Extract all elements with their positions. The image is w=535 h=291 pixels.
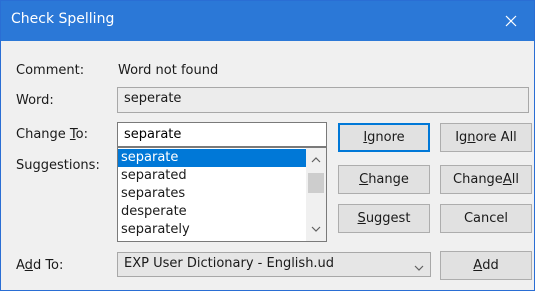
- close-button[interactable]: [488, 1, 534, 41]
- word-label: Word:: [16, 93, 54, 108]
- comment-label: Comment:: [16, 63, 85, 78]
- comment-value: Word not found: [118, 63, 219, 78]
- change-all-button[interactable]: Change All: [440, 165, 532, 194]
- change-button[interactable]: Change: [338, 165, 430, 194]
- chevron-down-icon: [311, 226, 321, 232]
- add-to-selected: EXP User Dictionary - English.ud: [124, 256, 335, 271]
- close-icon: [505, 15, 517, 27]
- add-to-label: Add To:: [16, 258, 64, 273]
- suggestions-scrollbar[interactable]: [306, 148, 326, 241]
- dropdown-arrow: [414, 260, 424, 275]
- scroll-thumb[interactable]: [308, 173, 324, 193]
- word-field: seperate: [117, 87, 529, 113]
- add-to-dropdown[interactable]: EXP User Dictionary - English.ud: [117, 252, 431, 277]
- suggest-button[interactable]: Suggest: [338, 204, 430, 233]
- suggestion-item[interactable]: separately: [118, 221, 306, 239]
- suggestion-item[interactable]: separate: [118, 149, 306, 167]
- add-button[interactable]: Add: [440, 251, 532, 280]
- ignore-all-button[interactable]: Ig n ore All: [440, 123, 532, 152]
- cancel-button[interactable]: Cancel: [440, 204, 532, 233]
- change-to-label: Change To:: [16, 127, 88, 142]
- chevron-down-icon: [414, 265, 424, 271]
- suggestions-items: separate separated separates desperate s…: [118, 149, 306, 239]
- chevron-up-icon: [311, 157, 321, 163]
- suggestion-item[interactable]: separated: [118, 167, 306, 185]
- suggestions-label: Suggestions:: [16, 158, 100, 173]
- check-spelling-dialog: Check Spelling Comment: Word not found W…: [0, 0, 535, 291]
- suggestions-list[interactable]: separate separated separates desperate s…: [117, 147, 327, 242]
- ignore-button[interactable]: Ignore: [338, 123, 430, 152]
- change-to-input[interactable]: [117, 122, 327, 147]
- dialog-title: Check Spelling: [11, 11, 115, 27]
- scroll-up-button[interactable]: [306, 151, 326, 169]
- suggestion-item[interactable]: separates: [118, 185, 306, 203]
- scroll-down-button[interactable]: [306, 220, 326, 238]
- suggestion-item[interactable]: desperate: [118, 203, 306, 221]
- title-bar: Check Spelling: [1, 1, 534, 41]
